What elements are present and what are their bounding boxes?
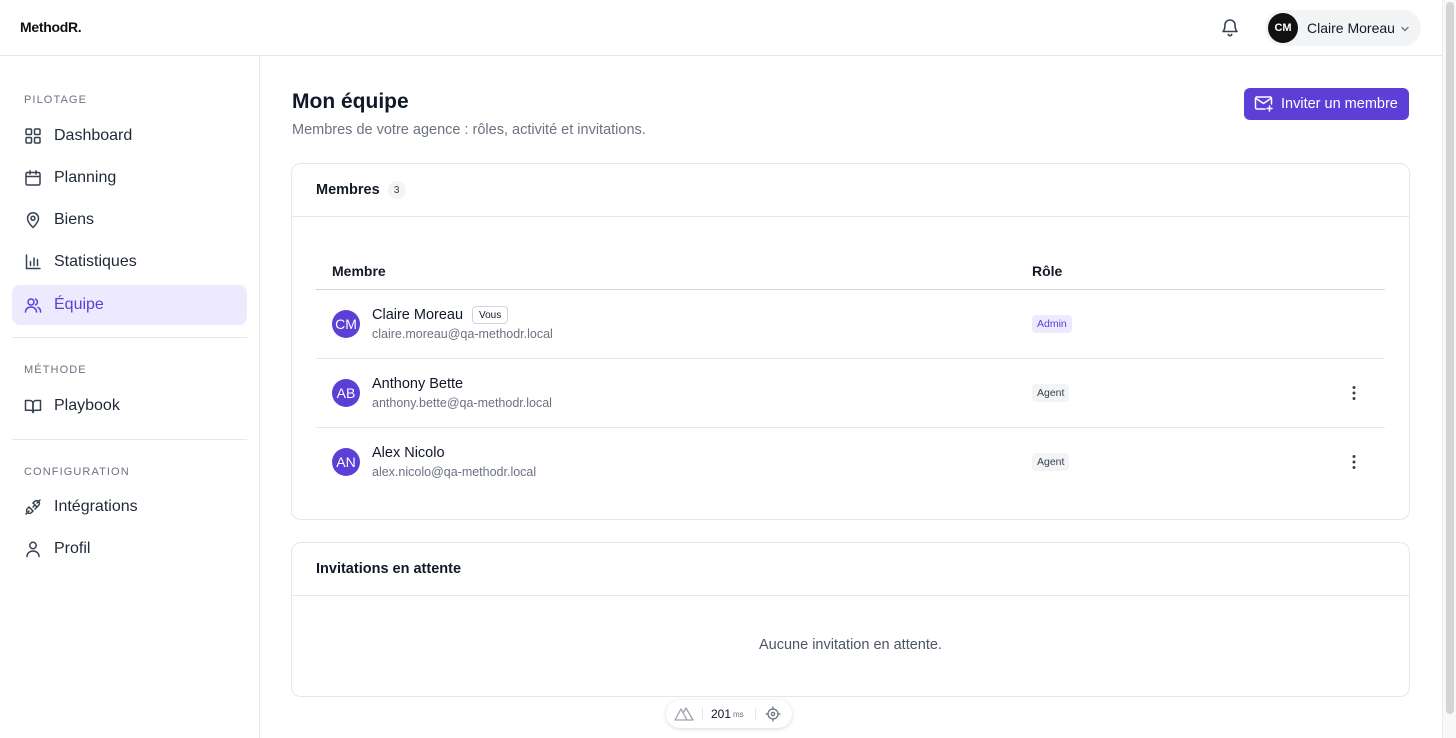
sidebar-item-label: Playbook <box>54 397 120 414</box>
invitations-card: Invitations en attente Aucune invitation… <box>291 542 1410 697</box>
sidebar-item-planning[interactable]: Planning <box>12 158 247 198</box>
avatar: AB <box>332 379 360 407</box>
role-badge: Agent <box>1032 384 1070 402</box>
sidebar-item-playbook[interactable]: Playbook <box>12 386 247 426</box>
sidebar: PILOTAGE Dashboard Planning Biens Statis… <box>0 56 260 738</box>
table-row: CM Claire Moreau Vous claire.moreau@qa-m… <box>316 290 1385 359</box>
members-title: Membres <box>316 182 380 198</box>
sidebar-item-profil[interactable]: Profil <box>12 529 247 569</box>
sidebar-item-label: Statistiques <box>54 253 137 270</box>
divider <box>702 708 703 720</box>
sidebar-item-equipe[interactable]: Équipe <box>12 285 247 325</box>
members-card: Membres 3 Membre Rôle CM Claire Moreau V… <box>291 163 1410 520</box>
sidebar-item-label: Biens <box>54 211 95 228</box>
page-subtitle: Membres de votre agence : rôles, activit… <box>292 122 646 138</box>
user-menu[interactable]: CM Claire Moreau <box>1265 10 1421 46</box>
member-email: anthony.bette@qa-methodr.local <box>372 396 552 410</box>
users-icon <box>24 296 42 314</box>
sidebar-item-label: Dashboard <box>54 127 133 144</box>
invitations-title: Invitations en attente <box>316 561 462 577</box>
role-badge: Admin <box>1032 315 1072 333</box>
sidebar-item-biens[interactable]: Biens <box>12 200 247 240</box>
sidebar-section-pilotage: PILOTAGE <box>24 94 87 106</box>
member-name: Alex Nicolo <box>372 445 445 461</box>
invite-member-button[interactable]: Inviter un membre <box>1244 88 1409 120</box>
sidebar-section-configuration: CONFIGURATION <box>24 466 130 478</box>
column-header-role: Rôle <box>1032 263 1063 279</box>
sidebar-item-label: Équipe <box>54 296 104 313</box>
bar-chart-icon <box>24 253 42 271</box>
more-vertical-icon[interactable] <box>1344 452 1364 472</box>
perf-value: 201 <box>711 707 732 721</box>
table-row: AB Anthony Bette anthony.bette@qa-method… <box>316 359 1385 428</box>
members-count-badge: 3 <box>387 181 406 199</box>
invitations-card-header: Invitations en attente <box>292 543 1409 596</box>
sidebar-item-integrations[interactable]: Intégrations <box>12 487 247 527</box>
member-name: Anthony Bette <box>372 376 464 392</box>
table-row: AN Alex Nicolo alex.nicolo@qa-methodr.lo… <box>316 428 1385 497</box>
scrollbar-thumb[interactable] <box>1446 2 1454 714</box>
empty-state-text: Aucune invitation en attente. <box>759 637 942 653</box>
triangle-logo-icon <box>674 706 694 722</box>
calendar-icon <box>24 169 42 187</box>
perf-unit: ms <box>733 710 744 719</box>
invite-member-label: Inviter un membre <box>1281 96 1398 112</box>
page-title: Mon équipe <box>292 90 409 113</box>
page-scrollbar[interactable] <box>1442 0 1456 738</box>
you-badge: Vous <box>472 306 509 324</box>
sidebar-divider <box>12 439 247 440</box>
avatar: CM <box>1268 13 1298 43</box>
crosshair-icon[interactable] <box>765 706 781 722</box>
bell-icon[interactable] <box>1220 17 1240 39</box>
sidebar-item-label: Planning <box>54 169 117 186</box>
mail-plus-icon <box>1254 94 1274 115</box>
sidebar-divider <box>12 337 247 338</box>
map-pin-icon <box>24 211 42 229</box>
performance-indicator[interactable]: 201 ms <box>666 700 792 728</box>
members-card-header: Membres 3 <box>292 164 1409 217</box>
sidebar-section-methode: MÉTHODE <box>24 364 87 376</box>
sidebar-item-label: Profil <box>54 540 91 557</box>
member-email: claire.moreau@qa-methodr.local <box>372 327 553 341</box>
more-vertical-icon[interactable] <box>1344 383 1364 403</box>
top-bar: MethodR. CM Claire Moreau <box>0 0 1442 56</box>
divider <box>755 708 756 720</box>
avatar: CM <box>332 310 360 338</box>
plug-icon <box>24 498 42 516</box>
role-badge: Agent <box>1032 453 1070 471</box>
column-header-member: Membre <box>332 263 386 279</box>
chevron-down-icon <box>1399 22 1411 34</box>
user-icon <box>24 540 42 558</box>
user-name: Claire Moreau <box>1307 20 1395 36</box>
avatar: AN <box>332 448 360 476</box>
sidebar-item-statistiques[interactable]: Statistiques <box>12 242 247 282</box>
grid-icon <box>24 127 42 145</box>
sidebar-item-dashboard[interactable]: Dashboard <box>12 116 247 156</box>
member-email: alex.nicolo@qa-methodr.local <box>372 465 537 479</box>
app-logo[interactable]: MethodR. <box>20 19 82 35</box>
sidebar-item-label: Intégrations <box>54 498 138 515</box>
book-icon <box>24 397 42 415</box>
member-name: Claire Moreau <box>372 307 464 323</box>
